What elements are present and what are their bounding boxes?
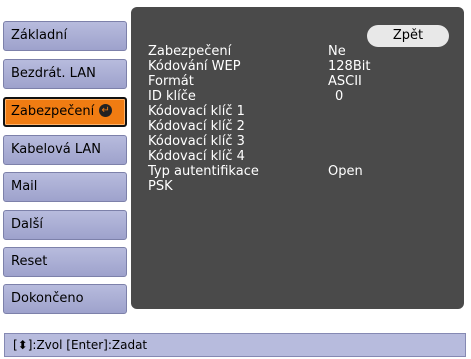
- row-value: Open: [328, 164, 363, 179]
- row-kodovaci-klic-4[interactable]: Kódovací klíč 4: [148, 149, 448, 164]
- menu-item-dokonceno[interactable]: Dokončeno: [3, 284, 127, 314]
- row-kodovani-wep[interactable]: Kódování WEP 128Bit: [148, 59, 448, 74]
- sidebar-menu: Základní Bezdrát. LAN Zabezpečení ↵ Kabel…: [0, 0, 132, 314]
- menu-item-label: Zabezpečení: [11, 104, 95, 119]
- menu-item-kabelova-lan[interactable]: Kabelová LAN: [3, 135, 127, 165]
- menu-item-label: Mail: [11, 179, 38, 194]
- row-label: PSK: [148, 179, 173, 194]
- row-label: Typ autentifikace: [148, 164, 259, 179]
- menu-item-label: Reset: [11, 254, 48, 269]
- row-label: Kódovací klíč 1: [148, 104, 245, 119]
- row-label: Kódovací klíč 4: [148, 149, 245, 164]
- menu-item-mail[interactable]: Mail: [3, 172, 127, 202]
- row-id-klice[interactable]: ID klíče 0: [148, 89, 448, 104]
- row-label: Kódovací klíč 2: [148, 119, 245, 134]
- row-label: Kódovací klíč 3: [148, 134, 245, 149]
- menu-item-zabezpeceni[interactable]: Zabezpečení ↵: [3, 97, 127, 127]
- row-format[interactable]: Formát ASCII: [148, 74, 448, 89]
- menu-item-label: Bezdrát. LAN: [11, 66, 96, 81]
- help-text: [⬍]:Zvol [Enter]:Zadat: [13, 338, 148, 352]
- menu-item-reset[interactable]: Reset: [3, 247, 127, 277]
- row-kodovaci-klic-2[interactable]: Kódovací klíč 2: [148, 119, 448, 134]
- menu-item-label: Kabelová LAN: [11, 142, 102, 157]
- menu-item-label: Další: [11, 217, 43, 232]
- row-label: Kódování WEP: [148, 59, 241, 74]
- enter-icon: ↵: [99, 104, 113, 117]
- row-kodovaci-klic-3[interactable]: Kódovací klíč 3: [148, 134, 448, 149]
- row-label: ID klíče: [148, 89, 196, 104]
- row-kodovaci-klic-1[interactable]: Kódovací klíč 1: [148, 104, 448, 119]
- row-value: ASCII: [328, 74, 362, 89]
- menu-item-zakladni[interactable]: Základní: [3, 21, 127, 51]
- menu-item-label: Základní: [11, 28, 68, 43]
- row-zabezpeceni[interactable]: Zabezpečení Ne: [148, 44, 448, 59]
- menu-item-label: Dokončeno: [11, 291, 84, 306]
- row-value: 0: [335, 89, 344, 104]
- row-label: Formát: [148, 74, 194, 89]
- row-value: Ne: [328, 44, 346, 59]
- row-label: Zabezpečení: [148, 44, 232, 59]
- row-typ-autentifikace[interactable]: Typ autentifikace Open: [148, 164, 448, 179]
- row-value: 128Bit: [328, 59, 371, 74]
- row-psk[interactable]: PSK: [148, 179, 448, 194]
- settings-panel: Zpět Zabezpečení Ne Kódování WEP 128Bit …: [131, 7, 464, 309]
- help-bar: [⬍]:Zvol [Enter]:Zadat: [4, 333, 466, 357]
- menu-item-dalsi[interactable]: Další: [3, 210, 127, 240]
- menu-item-bezdrat-lan[interactable]: Bezdrát. LAN: [3, 59, 127, 89]
